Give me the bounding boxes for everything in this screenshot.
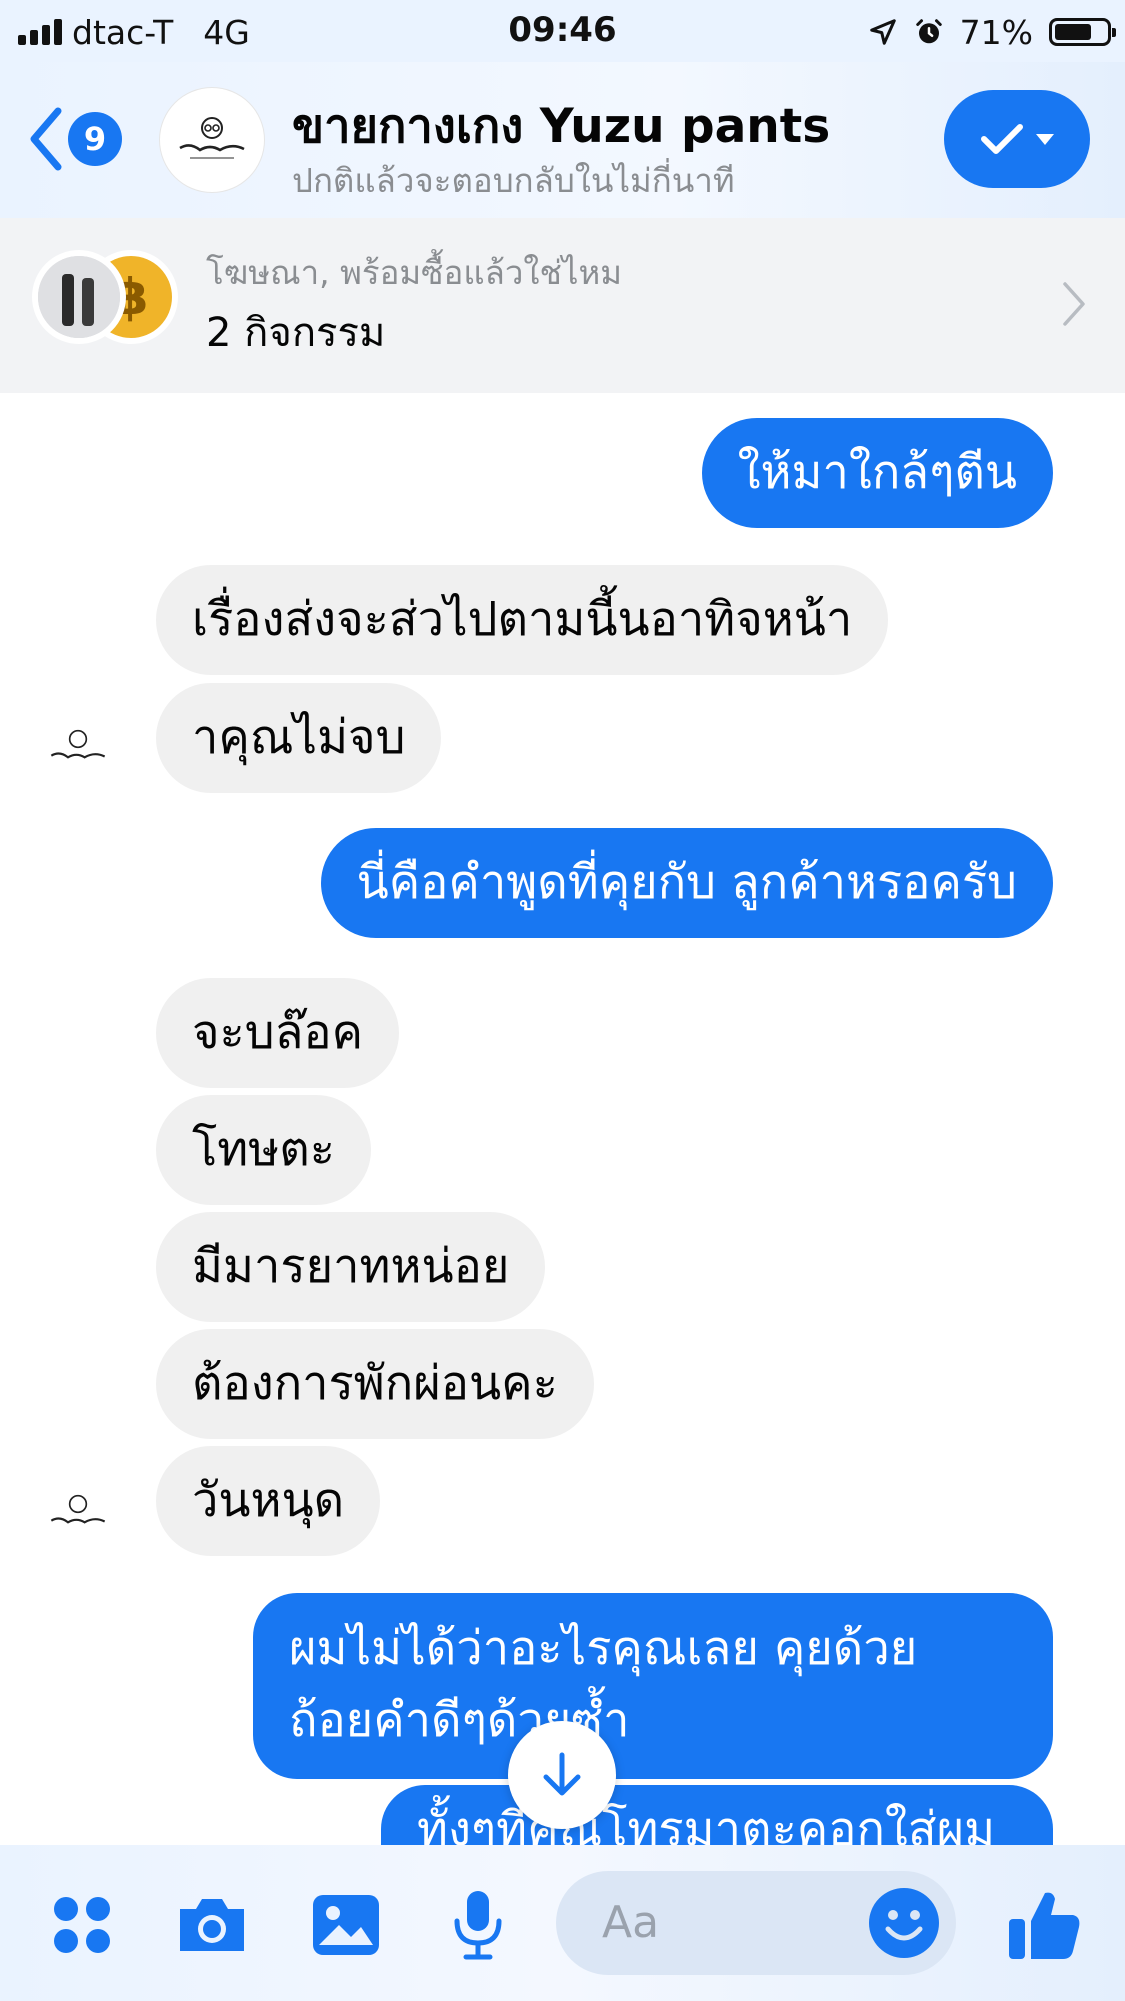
message-thread[interactable]: ให้มาใกล้ๆตีน เรื่องส่งจะส่วไปตามนี้นอาท… — [0, 393, 1125, 1845]
camera-button[interactable] — [174, 1887, 250, 1963]
message-outgoing[interactable]: ผมไม่ได้ว่าอะไรคุณเลย คุยด้วยถ้อยคำดีๆด้… — [253, 1593, 1053, 1779]
apps-button[interactable] — [44, 1887, 120, 1963]
message-incoming[interactable]: วันหนุด — [156, 1446, 381, 1556]
sender-avatar[interactable] — [38, 1474, 118, 1554]
back-icon — [30, 107, 62, 171]
like-icon — [1009, 1892, 1080, 1959]
message-outgoing[interactable]: ให้มาใกล้ๆตีน — [701, 418, 1053, 528]
ad-activity-count: 2 กิจกรรม — [206, 310, 386, 356]
message-composer: Aa — [0, 1845, 1125, 2001]
message-outgoing[interactable]: ทั้งๆที่คุณโทรมาตะคอกใส่ผม — [381, 1785, 1053, 1845]
status-bar: dtac-T 4G 09:46 71% — [0, 0, 1125, 62]
page-title: ขายกางเกง Yuzu pants — [292, 99, 831, 154]
status-right: 71% — [868, 10, 1116, 54]
conversation-header: 9 ขายกางเกง Yuzu pants ปกติแล้วจะตอบกลับ… — [0, 62, 1125, 218]
battery-icon — [1049, 18, 1116, 46]
check-icon — [981, 124, 1023, 154]
gallery-icon — [313, 1895, 379, 1955]
alarm-icon — [915, 19, 942, 44]
back-button[interactable]: 9 — [28, 104, 122, 174]
gallery-button[interactable] — [308, 1887, 384, 1963]
apps-icon — [54, 1897, 110, 1953]
message-incoming[interactable]: าคุณไม่จบ — [156, 683, 442, 793]
emoji-icon[interactable] — [866, 1885, 942, 1961]
message-incoming[interactable]: ต้องการพักผ่อนคะ — [156, 1329, 594, 1439]
yuzu-logo-icon — [179, 117, 245, 159]
response-time-status: ปกติแล้วจะตอบกลับในไม่กี่นาที — [292, 161, 735, 200]
unread-count-badge: 9 — [68, 112, 122, 166]
message-incoming[interactable]: เรื่องส่งจะส่วไปตามนี้นอาทิจหน้า — [156, 565, 889, 675]
sender-avatar[interactable] — [38, 709, 118, 789]
battery-percent: 71% — [959, 12, 1033, 52]
yuzu-logo-icon — [50, 1494, 106, 1524]
chevron-right-icon — [1063, 282, 1085, 326]
voice-message-button[interactable] — [440, 1887, 516, 1963]
message-incoming[interactable]: โทษตะ — [156, 1095, 371, 1205]
message-input[interactable]: Aa — [556, 1871, 956, 1975]
page-avatar[interactable] — [160, 88, 264, 192]
battery-fill — [1055, 24, 1091, 40]
ad-label: โฆษณา, พร้อมซื้อแล้วใช่ไหม — [206, 253, 622, 292]
message-outgoing[interactable]: นี่คือคำพูดที่คุยกับ ลูกค้าหรอครับ — [320, 828, 1053, 938]
message-incoming[interactable]: มีมารยาทหน่อย — [156, 1212, 546, 1322]
message-input-placeholder: Aa — [602, 1897, 660, 1948]
scroll-to-latest-button[interactable] — [508, 1721, 616, 1829]
yuzu-logo-icon — [50, 729, 106, 759]
arrow-down-icon — [543, 1752, 581, 1796]
ad-activity-banner[interactable]: ฿ โฆษณา, พร้อมซื้อแล้วใช่ไหม 2 กิจกรรม — [0, 218, 1125, 393]
microphone-icon — [454, 1891, 502, 1960]
like-button[interactable] — [1000, 1887, 1090, 1963]
location-icon — [869, 19, 896, 45]
message-incoming[interactable]: จะบล๊อค — [156, 978, 400, 1088]
camera-icon — [180, 1899, 244, 1951]
ad-product-thumbnail — [38, 256, 120, 338]
chevron-down-icon — [1036, 133, 1054, 145]
mark-done-button[interactable] — [944, 90, 1090, 188]
